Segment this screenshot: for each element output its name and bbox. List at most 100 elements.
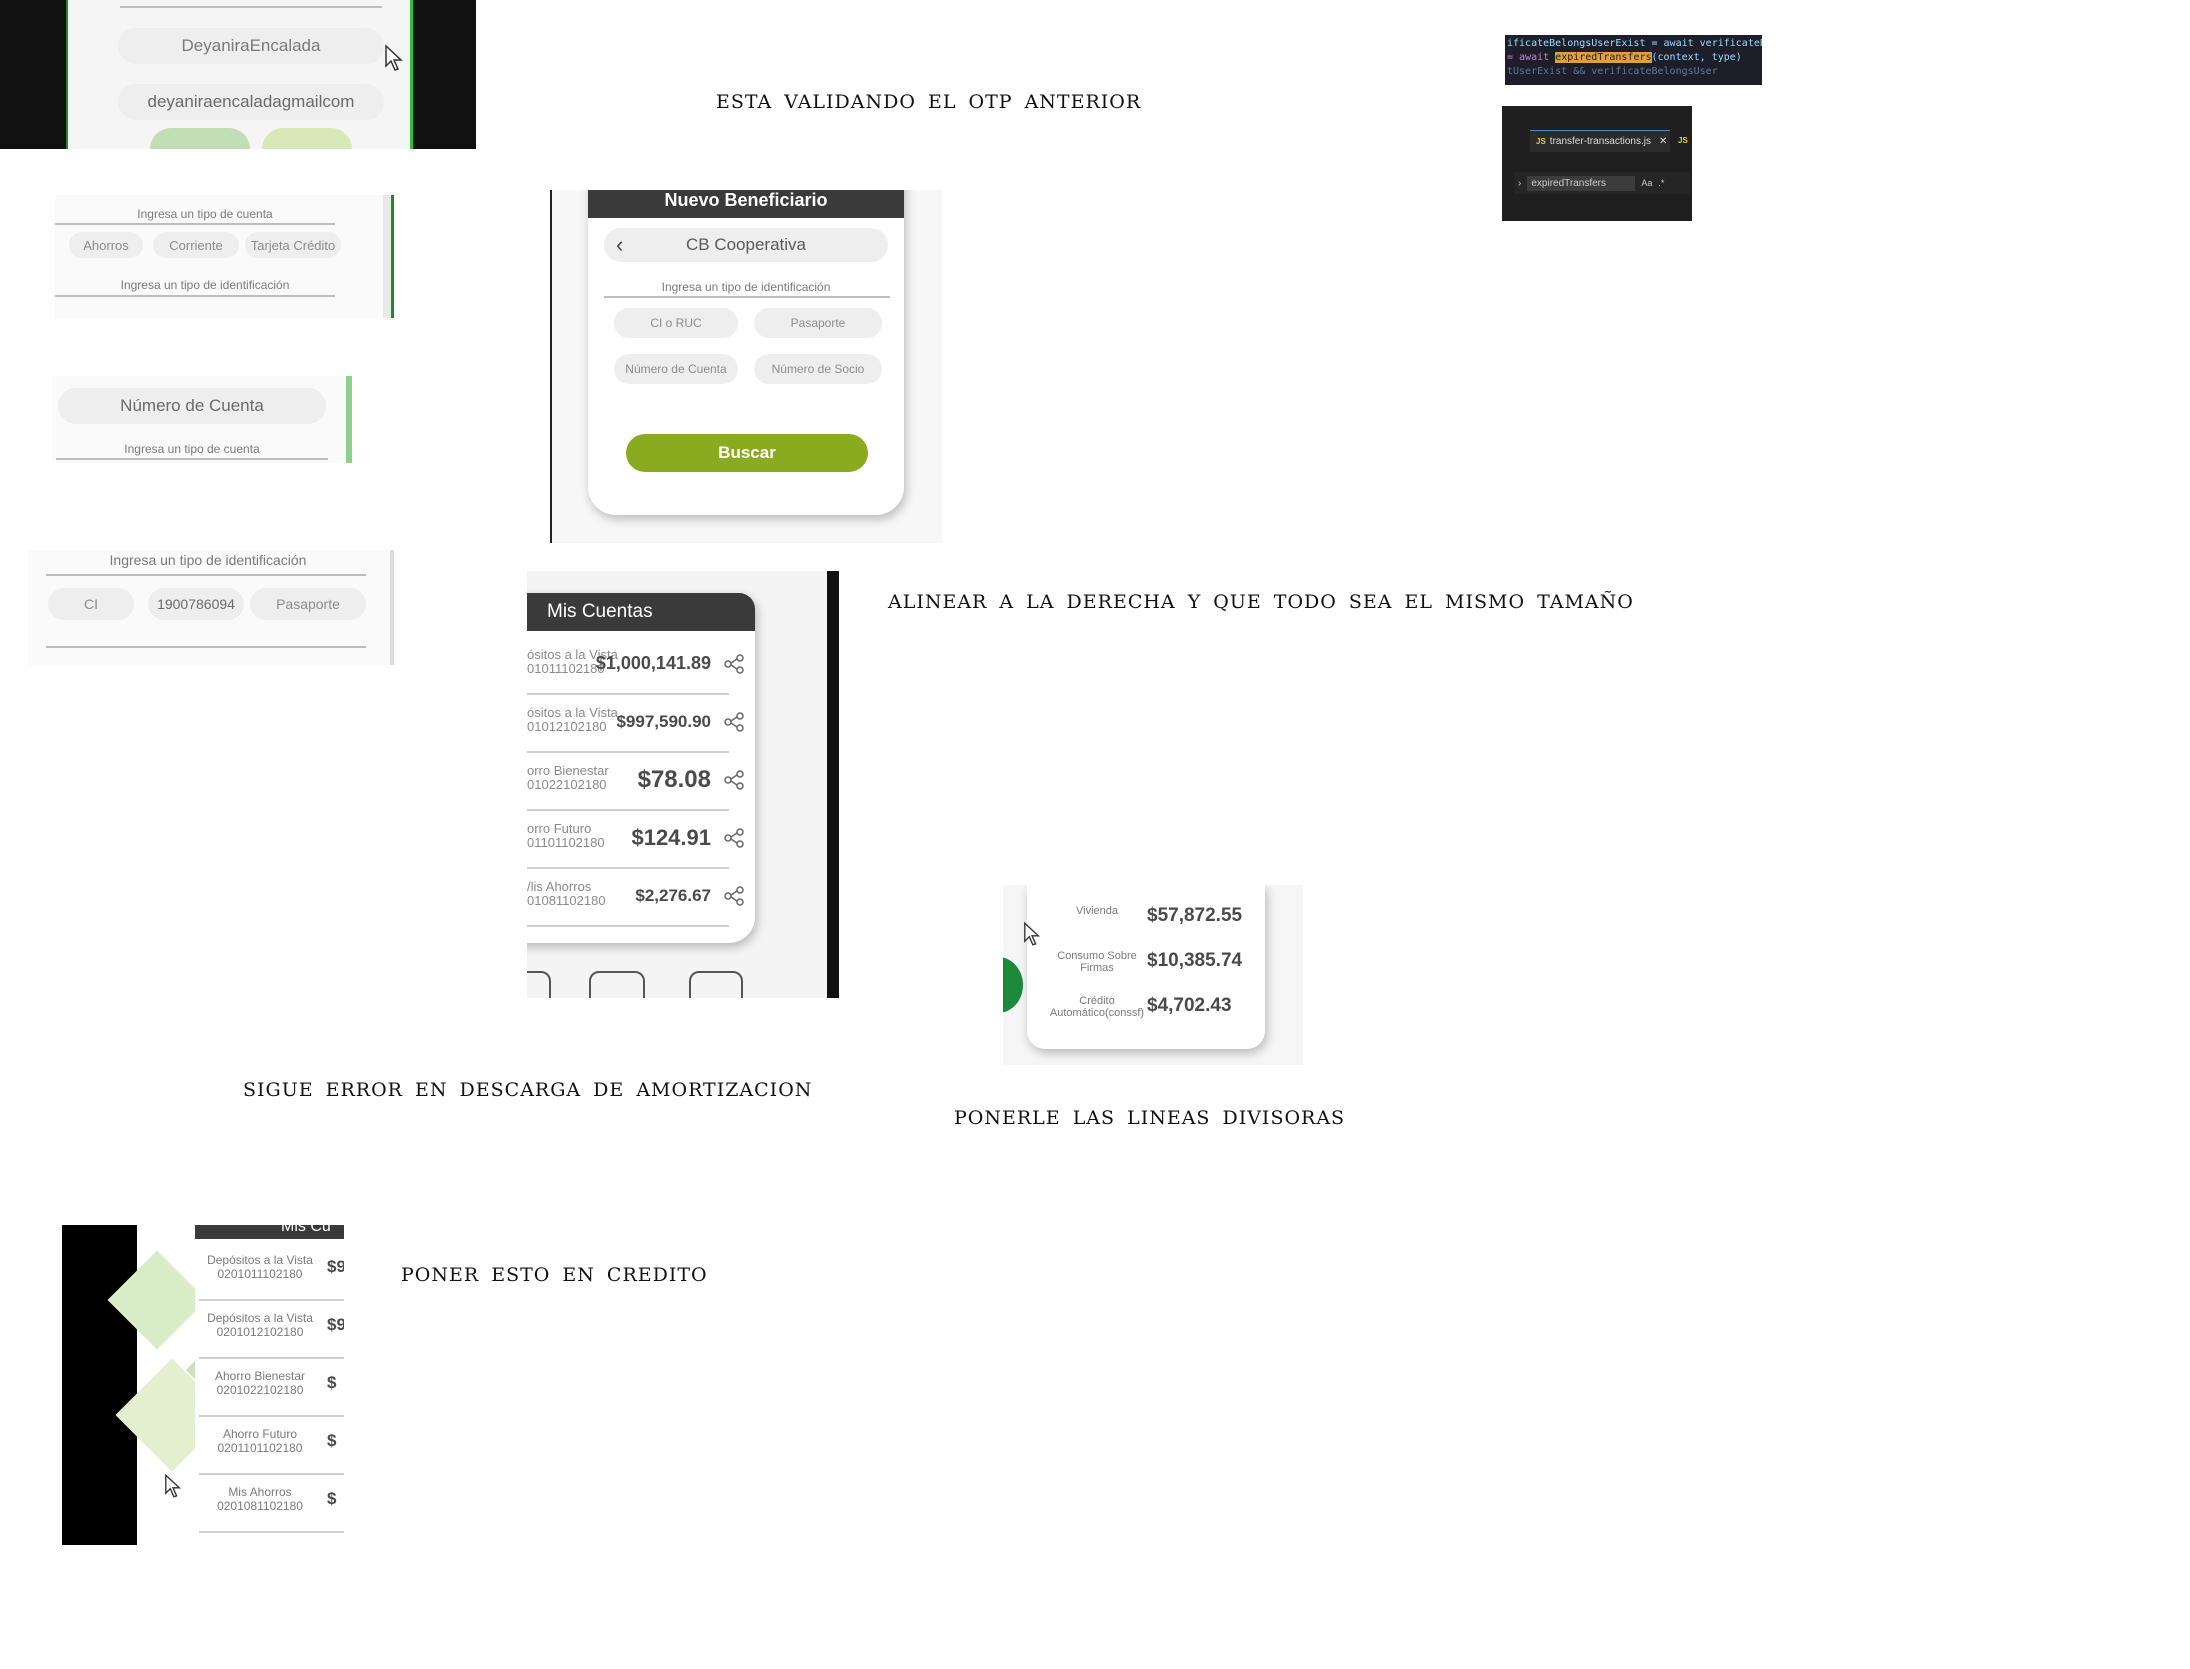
email-field[interactable]: deyaniraencaladagmailcom [118, 84, 384, 120]
upload-icon[interactable] [689, 971, 743, 998]
code-line: tUserExist && verificateBelongsUser [1507, 66, 1718, 77]
beneficiary-card: Nuevo Beneficiario ‹ CB Cooperativa Ingr… [588, 190, 904, 515]
option-ahorros[interactable]: Ahorros [69, 232, 143, 258]
option-pasaporte[interactable]: Pasaporte [754, 308, 882, 338]
cursor-icon [1024, 921, 1041, 946]
option-numero-cuenta[interactable]: Número de Cuenta [614, 354, 738, 384]
credits-card: Vivienda $57,872.55 Consumo Sobre Firmas… [1027, 885, 1265, 1049]
account-number-field[interactable]: Número de Cuenta [58, 388, 326, 424]
account-balance: $997,590.90 [616, 711, 711, 731]
account-name: orro Futuro [527, 821, 592, 836]
account-number: 01101102180 [527, 835, 605, 850]
cursor-icon [165, 1473, 182, 1498]
account-row[interactable]: Mis Ahorros 0201081102180 $ [195, 1483, 344, 1535]
account-row[interactable]: Ahorro Bienestar 0201022102180 $ [195, 1367, 344, 1419]
id-number-value[interactable]: 1900786094 [148, 588, 244, 620]
code-line: ificateBelongsUserExist = await verifica… [1507, 38, 1762, 49]
share-icon[interactable] [723, 885, 745, 907]
green-accent [1003, 957, 1023, 1013]
share-icon[interactable] [723, 827, 745, 849]
share-icon[interactable] [723, 711, 745, 733]
vehicle-icon[interactable] [589, 971, 645, 998]
account-balance: $ [327, 1373, 337, 1392]
user-fields-crop: DeyaniraEncalada deyaniraencaladagmailco… [0, 0, 476, 149]
account-name: Depósitos a la Vista [207, 1311, 313, 1325]
option-pasaporte[interactable]: Pasaporte [250, 588, 366, 620]
option-ci-ruc[interactable]: CI o RUC [614, 308, 738, 338]
account-balance: $ [327, 1431, 337, 1450]
id-type-crop: Ingresa un tipo de identificación CI 190… [28, 550, 394, 665]
credit-row[interactable]: Consumo Sobre Firmas $10,385.74 [1027, 946, 1265, 986]
beneficiary-header: Nuevo Beneficiario [588, 190, 904, 218]
account-row[interactable]: Depósitos a la Vista 0201011102180 $9 [195, 1251, 344, 1303]
id-type-label: Ingresa un tipo de identificación [661, 280, 831, 294]
account-row[interactable]: Depósitos a la Vista 0201012102180 $9 [195, 1309, 344, 1361]
account-name: Ahorro Futuro [222, 1427, 298, 1441]
bank-name: CB Cooperativa [685, 235, 806, 254]
id-type-label: Ingresa un tipo de identificación [109, 552, 307, 568]
option-corriente[interactable]: Corriente [153, 232, 239, 258]
accounts-crop: Mis Cuentas ósitos a la Vista 0101110218… [527, 571, 839, 998]
close-icon[interactable]: ✕ [1659, 136, 1667, 147]
credit-amount: $4,702.43 [1147, 995, 1232, 1016]
account-balance: $9 [327, 1315, 344, 1334]
search-input[interactable]: expiredTransfers [1527, 175, 1636, 191]
credit-row[interactable]: Crédito Automático(conssf) $4,702.43 [1027, 991, 1265, 1031]
accounts-small-title: Mis Cu [281, 1225, 331, 1235]
chevron-right-icon[interactable]: › [1518, 178, 1521, 189]
credit-name: Crédito Automático(conssf) [1049, 995, 1145, 1019]
account-balance: $2,276.67 [635, 885, 711, 905]
account-name: Mis Ahorros [228, 1485, 292, 1499]
chevron-left-icon[interactable]: ‹ [616, 232, 623, 258]
green-button-hint [262, 128, 352, 149]
account-balance: $124.91 [631, 825, 711, 850]
js-file-icon: JS [1536, 137, 1546, 146]
note-otp: ESTA VALIDANDO EL OTP ANTERIOR [716, 91, 1142, 113]
account-number: 01081102180 [527, 893, 606, 908]
account-name: ósitos a la Vista [527, 705, 618, 720]
share-icon[interactable] [723, 653, 745, 675]
search-button[interactable]: Buscar [626, 434, 868, 472]
credit-row[interactable]: Vivienda $57,872.55 [1027, 901, 1265, 941]
account-row[interactable]: ósitos a la Vista 01011102180 $1,000,141… [527, 641, 755, 695]
accounts-title: Mis Cuentas [547, 601, 653, 622]
option-tarjeta-credito[interactable]: Tarjeta Crédito [245, 232, 341, 258]
credit-name: Vivienda [1076, 905, 1118, 917]
vscode-crop: JS transfer-transactions.js ✕ JS › expir… [1502, 106, 1692, 221]
account-row[interactable]: orro Bienestar 01022102180 $78.08 [527, 757, 755, 811]
credit-amount: $10,385.74 [1147, 950, 1243, 971]
green-button-hint [150, 128, 250, 149]
accounts-small-crop: Mis Cu Depósitos a la Vista 020101110218… [62, 1225, 344, 1545]
accounts-small-list: Depósitos a la Vista 0201011102180 $9 De… [195, 1239, 344, 1539]
bank-selector[interactable]: ‹ CB Cooperativa [604, 228, 888, 262]
account-balance: $1,000,141.89 [595, 653, 711, 673]
option-numero-socio[interactable]: Número de Socio [754, 354, 882, 384]
editor-tab[interactable]: JS transfer-transactions.js ✕ [1530, 130, 1670, 152]
account-number: 0201022102180 [216, 1383, 304, 1397]
accounts-small-header: Mis Cu [195, 1225, 344, 1239]
account-name: Ahorro Bienestar [214, 1369, 306, 1383]
note-align: ALINEAR A LA DERECHA Y QUE TODO SEA EL M… [888, 591, 1634, 613]
account-number: 01012102180 [527, 719, 607, 734]
account-row[interactable]: ósitos a la Vista 01012102180 $997,590.9… [527, 699, 755, 753]
note-dividers: PONERLE LAS LINEAS DIVISORAS [954, 1107, 1346, 1129]
cursor-icon [385, 44, 403, 71]
share-icon[interactable] [723, 769, 745, 791]
account-balance: $9 [327, 1257, 344, 1276]
account-row[interactable]: Ahorro Futuro 0201101102180 $ [195, 1425, 344, 1477]
credits-crop: Vivienda $57,872.55 Consumo Sobre Firmas… [1003, 885, 1303, 1065]
account-number: 01022102180 [527, 777, 607, 792]
option-ci[interactable]: CI [48, 588, 134, 620]
name-field[interactable]: DeyaniraEncalada [118, 28, 384, 64]
account-type-label: Ingresa un tipo de cuenta [124, 442, 260, 456]
credit-amount: $57,872.55 [1147, 905, 1243, 926]
nav-button[interactable] [527, 971, 551, 998]
account-number: 0201101102180 [217, 1441, 303, 1455]
account-row[interactable]: /lis Ahorros 01081102180 $2,276.67 [527, 873, 755, 927]
account-name: orro Bienestar [527, 763, 609, 778]
account-row[interactable]: orro Futuro 01101102180 $124.91 [527, 815, 755, 869]
regex-icon[interactable]: .* [1658, 178, 1664, 188]
match-case-option[interactable]: Aa [1641, 178, 1652, 188]
account-number-crop: Número de Cuenta Ingresa un tipo de cuen… [52, 376, 352, 463]
code-line: = await expiredTransfers(context, type) [1507, 52, 1742, 63]
